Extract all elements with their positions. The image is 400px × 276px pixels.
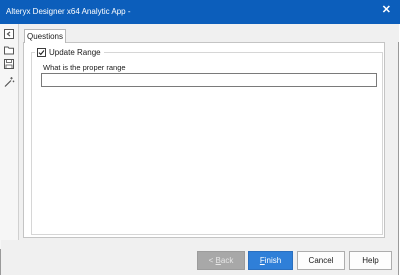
title-bar: Alteryx Designer x64 Analytic App - ✕ [0,0,400,24]
update-range-checkbox[interactable] [37,47,46,57]
checkmark-icon [38,49,45,55]
range-question-label: What is the proper range [43,63,126,72]
cancel-button[interactable]: Cancel [297,251,345,270]
open-app-icon[interactable] [3,28,15,40]
help-button[interactable]: Help [349,251,392,270]
folder-icon[interactable] [3,44,15,56]
update-range-checkbox-row[interactable]: Update Range [35,45,104,59]
back-prefix: < [208,256,216,265]
range-input[interactable] [41,73,377,87]
left-toolbar [0,24,19,249]
magic-wand-icon[interactable] [3,76,15,88]
back-button[interactable]: < Back [197,251,245,270]
finish-button[interactable]: Finish [248,251,293,270]
finish-rest: inish [264,256,282,265]
tab-questions[interactable]: Questions [24,29,66,43]
back-rest: ack [220,256,234,265]
window-title: Alteryx Designer x64 Analytic App - [6,7,131,16]
update-range-label: Update Range [49,47,101,57]
tab-strip [19,24,399,42]
save-icon[interactable] [3,58,15,70]
close-icon[interactable]: ✕ [382,5,391,16]
